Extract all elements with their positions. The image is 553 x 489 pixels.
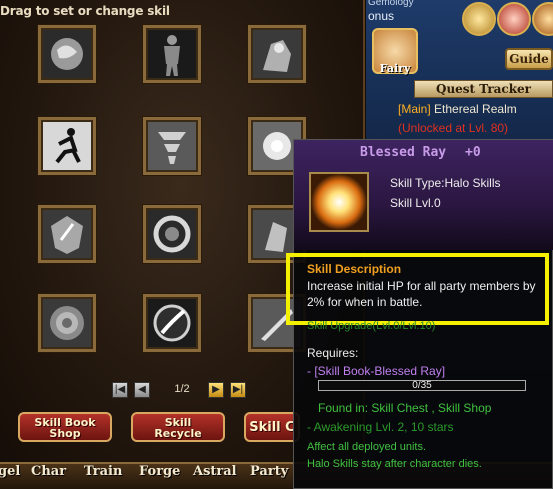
skill-slot[interactable]: [38, 117, 96, 175]
nav-item-forge[interactable]: Forge: [139, 464, 180, 479]
book-progress-text: 0/35: [412, 380, 432, 391]
slash-skill-icon: [148, 299, 196, 347]
skill-type: Skill Type:Halo Skills: [390, 176, 501, 190]
mail-icon[interactable]: [462, 2, 496, 36]
tooltip-level: +0: [465, 145, 481, 160]
guide-button[interactable]: Guide: [505, 48, 553, 70]
panel-hint: Drag to set or change skil: [0, 4, 170, 18]
tooltip-title: Blessed Ray: [360, 145, 447, 160]
rose-skill-icon: [43, 299, 91, 347]
nav-item-char[interactable]: Char: [31, 464, 66, 479]
skill-slot[interactable]: [143, 117, 201, 175]
skill-slot[interactable]: [143, 294, 201, 352]
quest-locked: (Unlocked at Lvl. 80): [398, 121, 509, 135]
skill-slot[interactable]: [38, 205, 96, 263]
requires-label: Requires:: [307, 346, 359, 360]
ring-skill-icon: [148, 210, 196, 258]
running-skill-icon: [43, 122, 91, 170]
skill-book-requirement: - [Skill Book-Blessed Ray]: [307, 364, 446, 378]
description-text: Increase initial HP for all party member…: [307, 279, 536, 309]
gemology-label: Gemology: [368, 0, 414, 8]
quest-main[interactable]: [Main] Ethereal Realm: [398, 102, 517, 116]
bonus-label: onus: [368, 9, 395, 23]
quest-tag: [Main]: [398, 102, 431, 116]
skill-recycle-button[interactable]: Skill Recycle: [131, 412, 225, 442]
skill-slot[interactable]: [248, 25, 306, 83]
skill-slot[interactable]: [38, 25, 96, 83]
page-number: 1/2: [174, 383, 190, 395]
silhouette-skill-icon: [148, 30, 196, 78]
quest-name: Ethereal Realm: [430, 102, 517, 116]
nav-item-astral[interactable]: Astral: [193, 464, 237, 479]
shield-skill-icon: [43, 30, 91, 78]
crown-icon[interactable]: [497, 2, 531, 36]
first-page-button[interactable]: |◀: [112, 382, 128, 398]
stay-note: Halo Skills stay after character dies.: [307, 458, 482, 470]
skill-level: Skill Lvl.0: [390, 196, 441, 210]
description-title: Skill Description: [307, 262, 402, 276]
tornado-skill-icon: [148, 122, 196, 170]
skill-upgrade: Skill Upgrade(Lvl.0/Lvl.10): [307, 320, 436, 332]
found-in: Found in: Skill Chest , Skill Shop: [318, 401, 492, 415]
nav-item-gel[interactable]: gel: [0, 464, 20, 479]
prev-page-button[interactable]: ◀: [134, 382, 150, 398]
last-page-button[interactable]: ▶|: [230, 382, 246, 398]
nav-item-train[interactable]: Train: [84, 464, 122, 479]
fairy-label: Fairy: [379, 62, 411, 75]
affect-note: Affect all deployed units.: [307, 441, 427, 453]
skill-slot[interactable]: [143, 25, 201, 83]
awakening-requirement: - Awakening Lvl. 2, 10 stars: [307, 420, 454, 434]
next-page-button[interactable]: ▶: [208, 382, 224, 398]
blessed-ray-icon: [309, 172, 369, 232]
nav-item-party[interactable]: Party: [250, 464, 288, 479]
skill-book-shop-button[interactable]: Skill Book Shop: [18, 412, 112, 442]
crest-skill-icon: [43, 210, 91, 258]
warrior-skill-icon: [253, 30, 301, 78]
skill-slot[interactable]: [143, 205, 201, 263]
quest-tracker-header[interactable]: Quest Tracker: [414, 80, 553, 98]
skill-slot[interactable]: [38, 294, 96, 352]
skill-partial-button[interactable]: Skill C: [244, 412, 300, 442]
light-orb-icon: [311, 174, 367, 230]
